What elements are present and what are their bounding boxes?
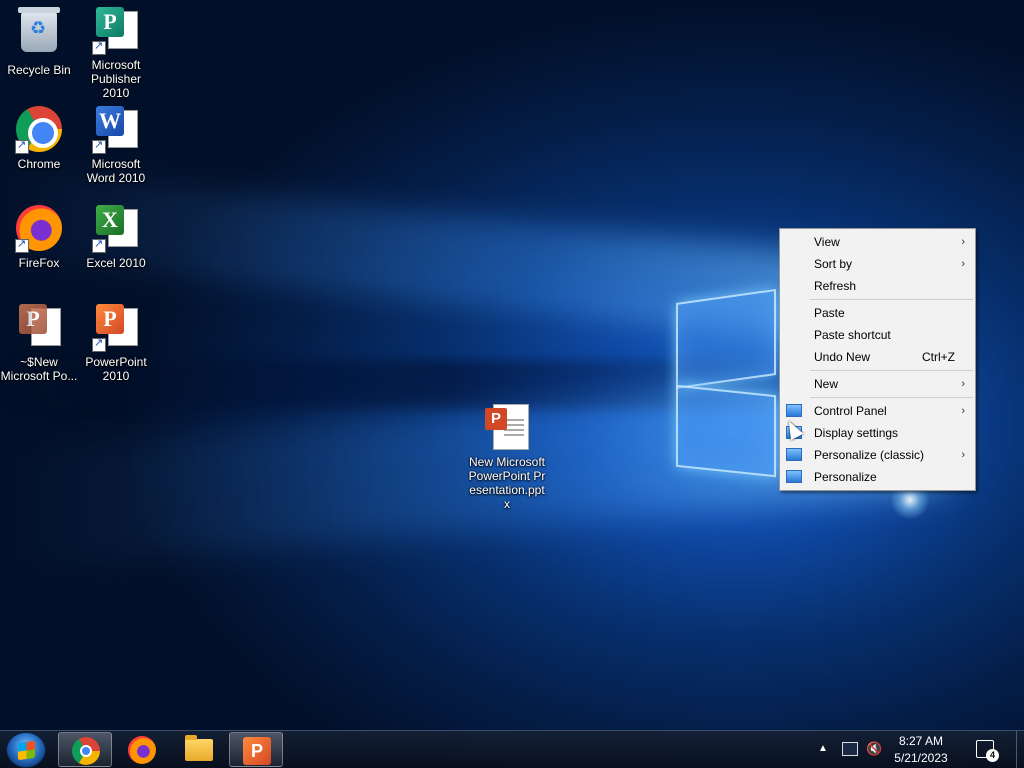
chrome-icon (72, 737, 100, 765)
submenu-arrow-icon: › (961, 258, 965, 270)
wallpaper-windows-logo-pane (676, 288, 776, 390)
shortcut-arrow-icon (92, 138, 106, 154)
desktop-icon-chrome[interactable]: Chrome (0, 105, 78, 171)
keyboard-shortcut: Ctrl+Z (922, 350, 955, 364)
clock-time: 8:27 AM (898, 734, 944, 748)
folder-icon (185, 735, 213, 761)
desktop-icon-powerpoint[interactable]: P PowerPoint 2010 (77, 303, 155, 383)
menu-item-label: Control Panel (814, 404, 887, 418)
menu-item-label: Personalize (814, 470, 877, 484)
menu-item-view[interactable]: View › (780, 231, 975, 253)
menu-item-sort-by[interactable]: Sort by › (780, 253, 975, 275)
powerpoint-icon: P (92, 304, 140, 352)
word-icon: W (92, 106, 140, 154)
menu-item-personalize[interactable]: Personalize (780, 466, 975, 488)
shortcut-arrow-icon (15, 237, 29, 253)
personalize-icon (786, 470, 802, 483)
menu-separator (810, 299, 973, 300)
desktop[interactable]: Recycle Bin Chrome FireFox P ~$New Micro… (0, 0, 1024, 730)
powerpoint-icon: P (243, 737, 271, 765)
notification-count-badge: 4 (986, 749, 999, 762)
menu-separator (810, 397, 973, 398)
show-desktop-button[interactable] (1016, 731, 1024, 768)
chrome-icon (15, 106, 63, 154)
menu-item-label: Display settings (814, 426, 899, 440)
desktop-context-menu: View › Sort by › Refresh Paste Paste sho… (779, 228, 976, 491)
network-icon[interactable] (842, 742, 858, 756)
desktop-icon-label: FireFox (18, 256, 60, 270)
menu-item-paste-shortcut[interactable]: Paste shortcut (780, 324, 975, 346)
start-button[interactable] (6, 732, 46, 768)
show-hidden-icons-button[interactable]: ▲ (818, 742, 834, 756)
clock[interactable]: 8:27 AM 5/21/2023 (888, 733, 954, 767)
menu-item-label: Personalize (classic) (814, 448, 925, 462)
submenu-arrow-icon: › (961, 449, 965, 461)
pptx-file-icon: P (483, 404, 531, 452)
submenu-arrow-icon: › (961, 236, 965, 248)
desktop-icon-publisher[interactable]: P Microsoft Publisher 2010 (77, 6, 155, 100)
taskbar: P ▲ 🔇 8:27 AM 5/21/2023 4 (0, 730, 1024, 768)
desktop-icon-label: PowerPoint 2010 (85, 355, 147, 383)
desktop-icon-label: Recycle Bin (7, 63, 71, 77)
personalize-icon (786, 448, 802, 461)
action-center-button[interactable]: 4 (976, 740, 999, 762)
submenu-arrow-icon: › (961, 405, 965, 417)
powerpoint-temp-file-icon: P (15, 304, 63, 352)
desktop-icon-label: ~$New Microsoft Po... (0, 355, 78, 383)
desktop-icon-powerpoint-temp-file[interactable]: P ~$New Microsoft Po... (0, 303, 78, 383)
taskbar-powerpoint-button[interactable]: P (229, 732, 283, 767)
firefox-icon (15, 205, 63, 253)
wallpaper-windows-logo-pane (676, 384, 776, 478)
desktop-icon-recycle-bin[interactable]: Recycle Bin (0, 6, 78, 77)
desktop-icon-label: Microsoft Word 2010 (86, 157, 146, 185)
menu-item-refresh[interactable]: Refresh (780, 275, 975, 297)
menu-item-label: New (814, 377, 839, 391)
menu-item-label: Sort by (814, 257, 853, 271)
desktop-icon-label: Microsoft Publisher 2010 (90, 58, 142, 100)
taskbar-chrome-button[interactable] (58, 732, 112, 767)
desktop-icon-pptx-file[interactable]: P New Microsoft PowerPoint Presentation.… (467, 404, 547, 511)
firefox-icon (128, 736, 156, 764)
menu-separator (810, 370, 973, 371)
desktop-icon-excel[interactable]: X Excel 2010 (77, 204, 155, 270)
menu-item-undo-new[interactable]: Undo New Ctrl+Z (780, 346, 975, 368)
shortcut-arrow-icon (15, 138, 29, 154)
volume-muted-icon[interactable]: 🔇 (866, 742, 882, 756)
taskbar-firefox-button[interactable] (115, 732, 169, 767)
menu-item-control-panel[interactable]: Control Panel › (780, 400, 975, 422)
menu-item-label: Undo New (814, 350, 871, 364)
menu-item-label: Paste (814, 306, 845, 320)
shortcut-arrow-icon (92, 336, 106, 352)
desktop-icon-word[interactable]: W Microsoft Word 2010 (77, 105, 155, 185)
menu-item-new[interactable]: New › (780, 373, 975, 395)
menu-item-display-settings[interactable]: Display settings (780, 422, 975, 444)
menu-item-label: Refresh (814, 279, 857, 293)
taskbar-file-explorer-button[interactable] (172, 732, 226, 767)
control-panel-icon (786, 404, 802, 417)
publisher-icon: P (92, 7, 140, 55)
menu-item-paste[interactable]: Paste (780, 302, 975, 324)
excel-icon: X (92, 205, 140, 253)
desktop-icon-label: Excel 2010 (86, 256, 146, 270)
menu-item-label: View (814, 235, 840, 249)
desktop-icon-firefox[interactable]: FireFox (0, 204, 78, 270)
shortcut-arrow-icon (92, 237, 106, 253)
desktop-icon-label: New Microsoft PowerPoint Presentation.pp… (468, 455, 546, 511)
menu-item-label: Paste shortcut (814, 328, 891, 342)
shortcut-arrow-icon (92, 39, 106, 55)
recycle-bin-icon (15, 7, 63, 60)
menu-item-personalize-classic[interactable]: Personalize (classic) › (780, 444, 975, 466)
clock-date: 5/21/2023 (894, 751, 948, 765)
submenu-arrow-icon: › (961, 378, 965, 390)
desktop-icon-label: Chrome (17, 157, 61, 171)
